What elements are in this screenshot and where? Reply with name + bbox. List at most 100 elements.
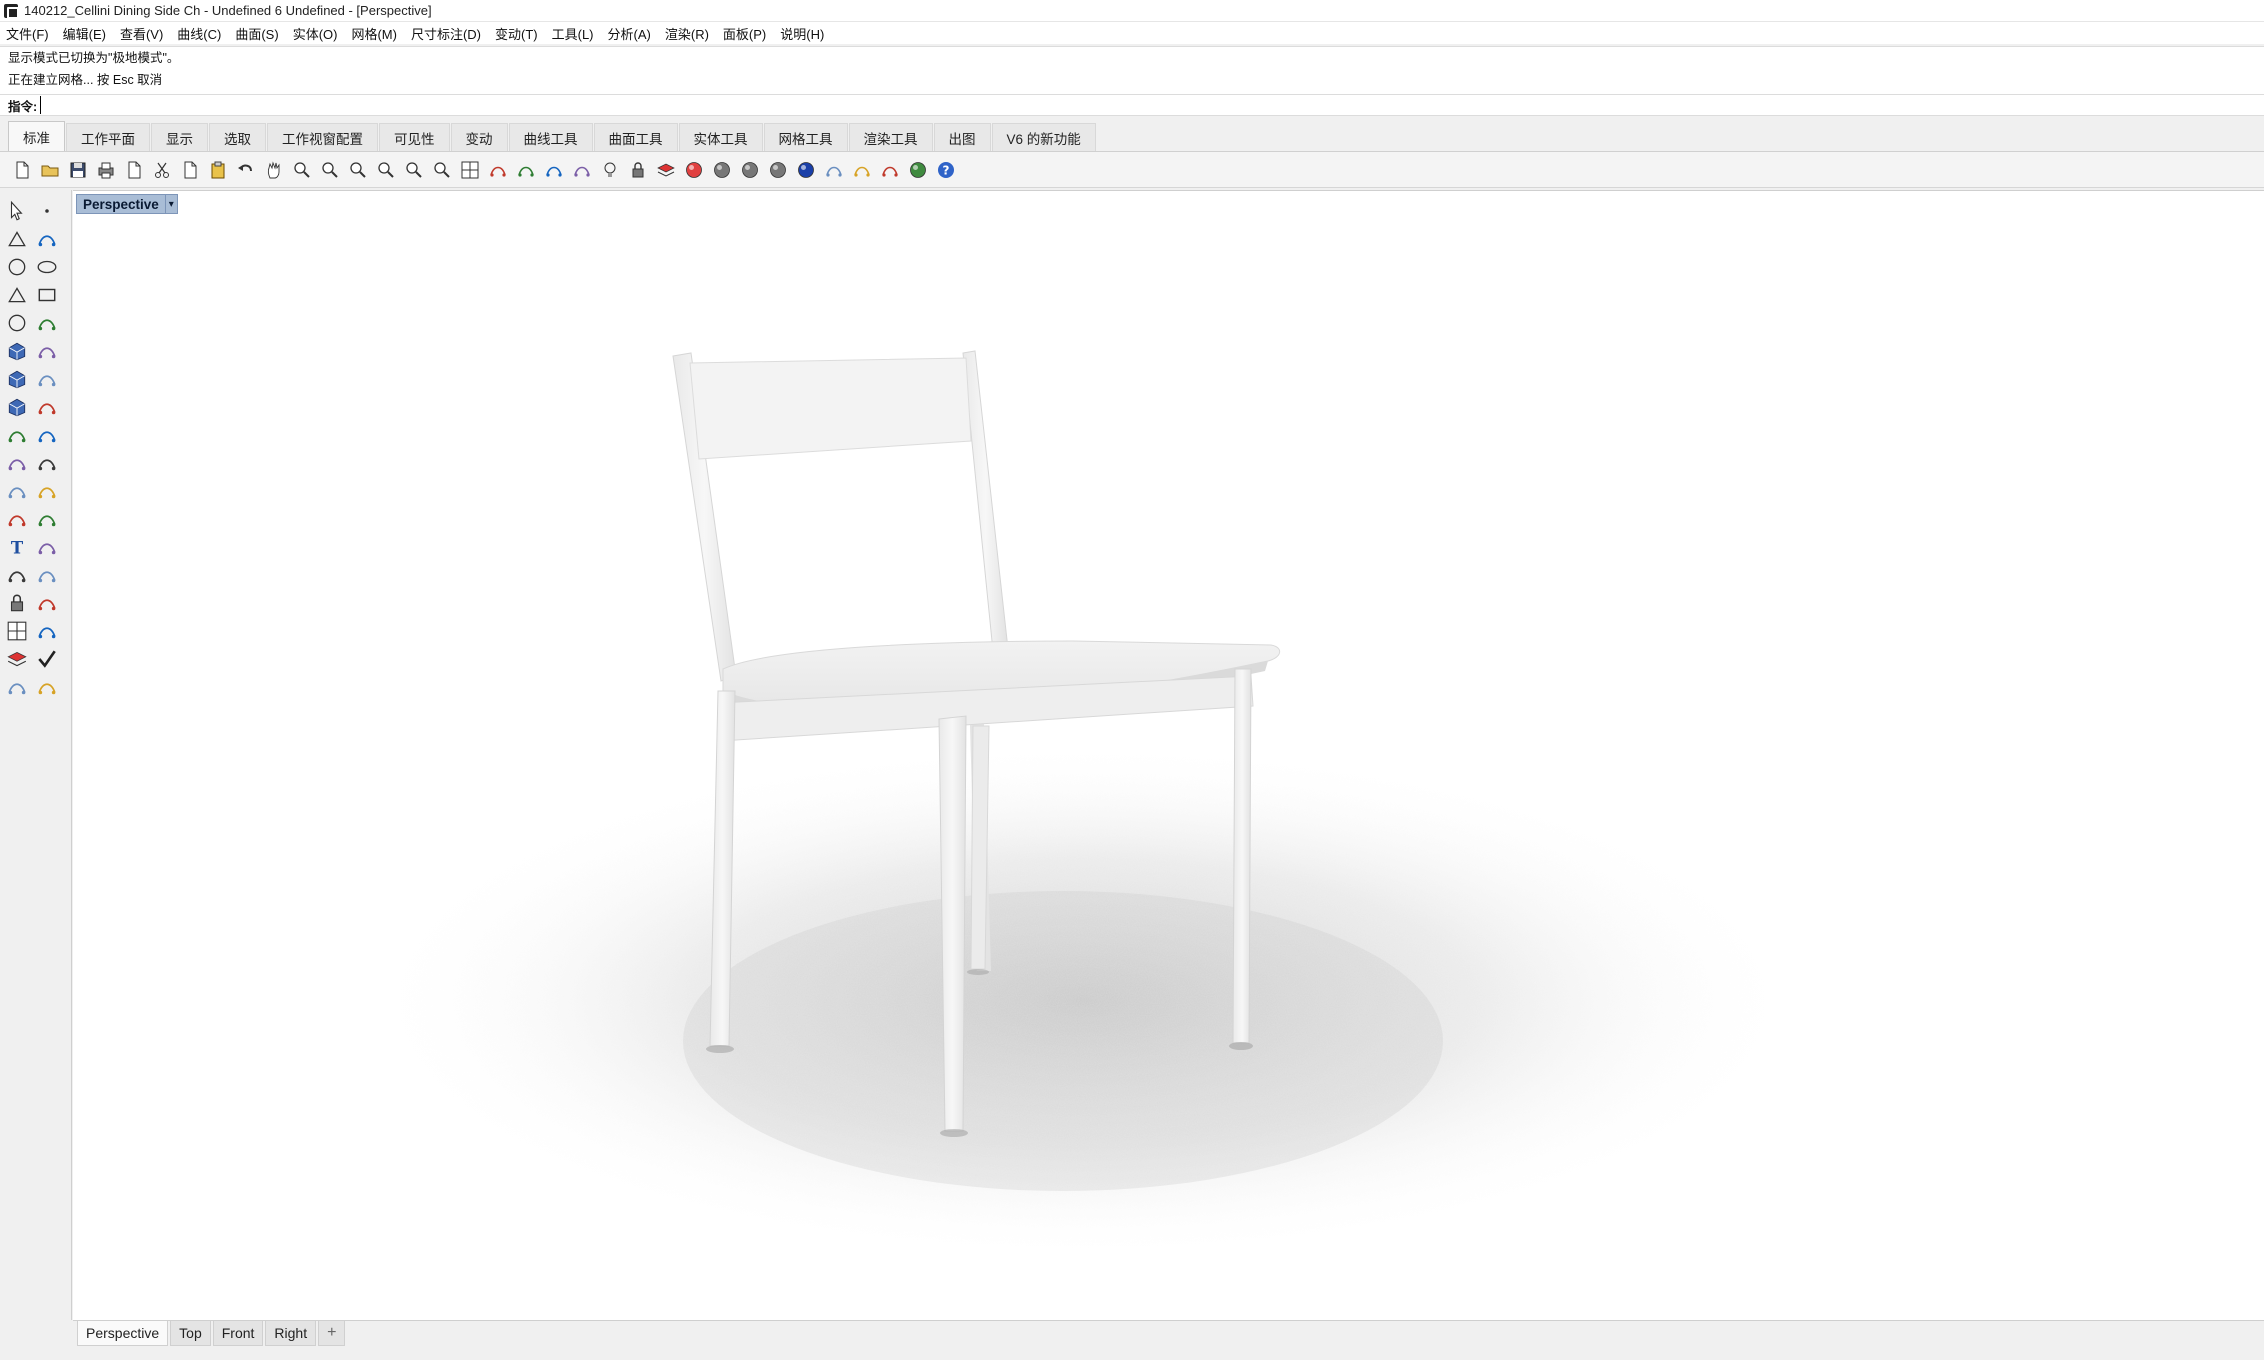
sphere-icon[interactable] bbox=[766, 158, 790, 182]
menu-item[interactable]: 变动(T) bbox=[495, 24, 538, 43]
curve-icon[interactable] bbox=[34, 226, 60, 252]
surface-icon[interactable] bbox=[4, 338, 30, 364]
snapshot-icon[interactable] bbox=[514, 158, 538, 182]
perspective-viewport[interactable]: Perspective ▾ bbox=[73, 190, 2264, 1320]
move-view-icon[interactable] bbox=[290, 158, 314, 182]
toolbar-tab[interactable]: 工作视窗配置 bbox=[267, 123, 378, 151]
menu-item[interactable]: 网格(M) bbox=[351, 24, 397, 43]
osnap-icon[interactable] bbox=[570, 158, 594, 182]
toolbar-tab[interactable]: 工作平面 bbox=[66, 123, 150, 151]
add-viewport-tab-icon[interactable]: + bbox=[318, 1321, 346, 1346]
toolbar-tab[interactable]: V6 的新功能 bbox=[991, 123, 1096, 151]
check-icon[interactable] bbox=[34, 646, 60, 672]
toolbar-tab[interactable]: 曲面工具 bbox=[593, 123, 678, 151]
command-input[interactable] bbox=[40, 96, 841, 114]
layer-icon[interactable] bbox=[654, 158, 678, 182]
scale-icon[interactable] bbox=[34, 534, 60, 560]
blend-icon[interactable] bbox=[34, 506, 60, 532]
viewport-tab[interactable]: Top bbox=[170, 1321, 211, 1346]
paste-icon[interactable] bbox=[206, 158, 230, 182]
viewport-tab[interactable]: Perspective bbox=[77, 1321, 169, 1346]
viewport-tab[interactable]: Front bbox=[212, 1321, 264, 1346]
menu-item[interactable]: 查看(V) bbox=[120, 24, 163, 43]
revolve-icon[interactable] bbox=[34, 338, 60, 364]
polyline-icon[interactable] bbox=[4, 226, 30, 252]
light-bulb-icon[interactable] bbox=[598, 158, 622, 182]
menu-item[interactable]: 文件(F) bbox=[6, 24, 49, 43]
menu-item[interactable]: 实体(O) bbox=[293, 24, 338, 43]
toolbar-tab[interactable]: 可见性 bbox=[379, 123, 450, 151]
wand-icon[interactable] bbox=[822, 158, 846, 182]
print-icon[interactable] bbox=[94, 158, 118, 182]
curve-offset-icon[interactable] bbox=[4, 506, 30, 532]
shaded-sphere-icon[interactable] bbox=[710, 158, 734, 182]
toolbar-tab[interactable]: 出图 bbox=[933, 123, 991, 151]
viewport-menu-chevron-icon[interactable]: ▾ bbox=[165, 194, 178, 214]
gears-icon[interactable] bbox=[850, 158, 874, 182]
group-icon[interactable] bbox=[4, 478, 30, 504]
toolbar-tab[interactable]: 标准 bbox=[8, 121, 65, 151]
viewport-title-label[interactable]: Perspective bbox=[76, 194, 166, 214]
render-tool-icon[interactable] bbox=[4, 674, 30, 700]
menu-item[interactable]: 曲面(S) bbox=[235, 24, 278, 43]
menu-item[interactable]: 编辑(E) bbox=[63, 24, 106, 43]
join-icon[interactable] bbox=[34, 450, 60, 476]
toolbar-tab[interactable]: 渲染工具 bbox=[848, 123, 933, 151]
toolbar-tab[interactable]: 网格工具 bbox=[763, 123, 848, 151]
grid-array-icon[interactable] bbox=[4, 618, 30, 644]
viewport-scene[interactable] bbox=[73, 191, 2264, 1320]
rotate-view-icon[interactable] bbox=[430, 158, 454, 182]
analyze-icon[interactable] bbox=[34, 618, 60, 644]
layers-tool-icon[interactable] bbox=[4, 646, 30, 672]
new-file-icon[interactable] bbox=[10, 158, 34, 182]
color-wheel-icon[interactable] bbox=[682, 158, 706, 182]
menu-item[interactable]: 渲染(R) bbox=[665, 24, 709, 43]
array-icon[interactable] bbox=[4, 562, 30, 588]
blue-sphere-icon[interactable] bbox=[794, 158, 818, 182]
select-arrow-icon[interactable] bbox=[4, 198, 30, 224]
zoom-icon[interactable] bbox=[318, 158, 342, 182]
import-icon[interactable] bbox=[122, 158, 146, 182]
undo-icon[interactable] bbox=[234, 158, 258, 182]
viewport-title[interactable]: Perspective ▾ bbox=[76, 194, 178, 214]
triangle-icon[interactable] bbox=[4, 282, 30, 308]
explode-icon[interactable] bbox=[4, 422, 30, 448]
block-icon[interactable] bbox=[4, 590, 30, 616]
named-view-icon[interactable] bbox=[542, 158, 566, 182]
mirror-icon[interactable] bbox=[34, 562, 60, 588]
extrude-icon[interactable] bbox=[34, 394, 60, 420]
menu-item[interactable]: 工具(L) bbox=[552, 24, 594, 43]
toolbar-tab[interactable]: 变动 bbox=[450, 123, 508, 151]
menu-item[interactable]: 面板(P) bbox=[723, 24, 766, 43]
toolbar-tab[interactable]: 选取 bbox=[209, 123, 266, 151]
zoom-selected-icon[interactable] bbox=[402, 158, 426, 182]
circle-icon[interactable] bbox=[4, 254, 30, 280]
dimension-icon[interactable] bbox=[878, 158, 902, 182]
text-icon[interactable]: T bbox=[4, 534, 30, 560]
menu-item[interactable]: 曲线(C) bbox=[177, 24, 221, 43]
zoom-extents-icon[interactable] bbox=[374, 158, 398, 182]
arc-icon[interactable] bbox=[4, 310, 30, 336]
car-icon[interactable] bbox=[486, 158, 510, 182]
rendered-sphere-icon[interactable] bbox=[738, 158, 762, 182]
ungroup-icon[interactable] bbox=[34, 478, 60, 504]
box-icon[interactable] bbox=[4, 366, 30, 392]
toolbar-tab[interactable]: 实体工具 bbox=[678, 123, 763, 151]
boolean-icon[interactable] bbox=[34, 366, 60, 392]
ellipse-icon[interactable] bbox=[34, 254, 60, 280]
copy-icon[interactable] bbox=[178, 158, 202, 182]
menu-item[interactable]: 分析(A) bbox=[608, 24, 651, 43]
split-icon[interactable] bbox=[34, 422, 60, 448]
open-file-icon[interactable] bbox=[38, 158, 62, 182]
save-icon[interactable] bbox=[66, 158, 90, 182]
dimension-tool-icon[interactable] bbox=[34, 590, 60, 616]
four-viewports-icon[interactable] bbox=[458, 158, 482, 182]
toolbar-tab[interactable]: 显示 bbox=[151, 123, 208, 151]
rectangle-icon[interactable] bbox=[34, 282, 60, 308]
fillet-curve-icon[interactable] bbox=[34, 310, 60, 336]
cut-icon[interactable] bbox=[150, 158, 174, 182]
zoom-window-icon[interactable] bbox=[346, 158, 370, 182]
point-icon[interactable] bbox=[34, 198, 60, 224]
menu-item[interactable]: 尺寸标注(D) bbox=[411, 24, 481, 43]
paint-icon[interactable] bbox=[34, 674, 60, 700]
